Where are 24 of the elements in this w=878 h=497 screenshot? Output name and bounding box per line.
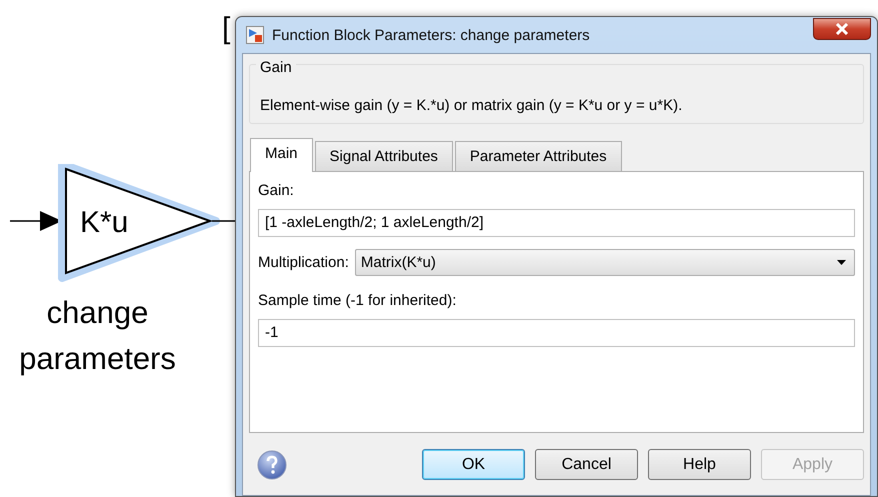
tab[interactable]: Parameter Attributes bbox=[454, 141, 622, 171]
field-label: Multiplication: bbox=[258, 254, 349, 271]
dialog-button[interactable]: Help bbox=[648, 449, 751, 480]
input-field[interactable]: -1 bbox=[258, 319, 855, 347]
input-field[interactable]: [1 -axleLength/2; 1 axleLength/2] bbox=[258, 209, 855, 237]
dialog-button[interactable]: OK bbox=[422, 449, 525, 480]
dropdown[interactable]: Matrix(K*u) bbox=[354, 249, 855, 276]
window-title: Function Block Parameters: change parameters bbox=[272, 26, 591, 44]
bracket-text: [ bbox=[222, 14, 230, 44]
dialog-button[interactable]: Cancel bbox=[535, 449, 638, 480]
close-button[interactable] bbox=[813, 18, 871, 40]
tab[interactable]: Signal Attributes bbox=[314, 141, 453, 171]
field-label: Gain: bbox=[258, 182, 295, 199]
app-icon bbox=[246, 26, 264, 44]
field-label: Sample time (-1 for inherited): bbox=[258, 292, 458, 309]
output-line bbox=[212, 220, 235, 222]
description-text: Element-wise gain (y = K.*u) or matrix gain (y = K*u or y = u*K). bbox=[260, 97, 684, 114]
help-icon[interactable] bbox=[257, 450, 287, 480]
close-icon bbox=[835, 23, 849, 35]
caret-icon bbox=[837, 260, 846, 265]
block-label: change parameters bbox=[18, 294, 177, 378]
block-expression: K*u bbox=[80, 206, 128, 239]
tab[interactable]: Main bbox=[250, 138, 313, 172]
gain-block[interactable] bbox=[58, 164, 220, 282]
